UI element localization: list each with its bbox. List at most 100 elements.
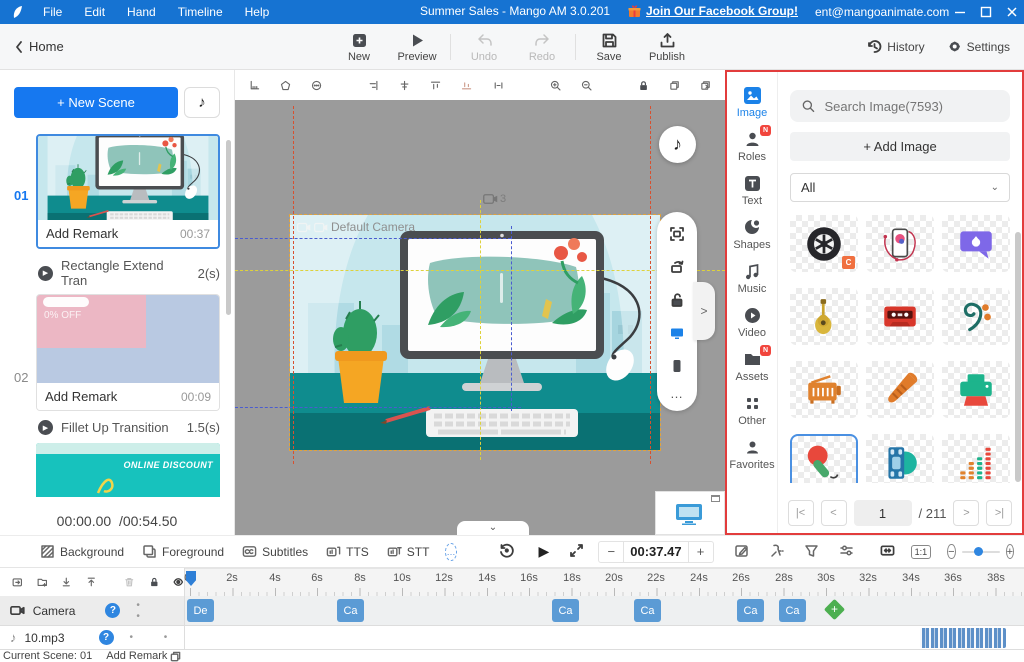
timeline-collapse-tab[interactable]: ⌄: [457, 521, 529, 535]
image-thumb-tire[interactable]: C: [790, 215, 858, 272]
portrait-mode-icon[interactable]: [669, 358, 685, 374]
assets-scrollbar[interactable]: [1015, 232, 1021, 482]
facebook-promo-link[interactable]: Join Our Facebook Group!: [628, 4, 798, 18]
stt-button[interactable]: STT: [387, 544, 430, 559]
scene-music-button[interactable]: ♪: [184, 87, 220, 118]
image-thumb-chat-bubble[interactable]: [942, 215, 1010, 272]
replay-button[interactable]: [499, 543, 514, 561]
scene-canvas[interactable]: [290, 215, 660, 450]
actual-size-button[interactable]: 1:1: [911, 545, 932, 559]
redo-button[interactable]: Redo: [513, 32, 571, 63]
tab-roles[interactable]: N Roles: [727, 128, 777, 165]
search-input[interactable]: [823, 98, 999, 115]
more-tools-button[interactable]: …: [445, 543, 457, 561]
fit-screen-icon[interactable]: [669, 226, 685, 242]
minimize-button[interactable]: [954, 6, 966, 18]
menu-timeline[interactable]: Timeline: [167, 5, 234, 19]
timeline-zoom-slider[interactable]: [962, 551, 1000, 553]
time-decrease-button[interactable]: −: [599, 544, 623, 559]
play-button[interactable]: ▶: [538, 543, 549, 560]
move-up-icon[interactable]: [86, 575, 97, 589]
help-icon[interactable]: ?: [99, 630, 114, 645]
zoom-slider-handle[interactable]: [974, 547, 983, 556]
image-thumb-trumpet[interactable]: [866, 361, 934, 418]
add-group-icon[interactable]: [37, 575, 48, 589]
more-options-icon[interactable]: [311, 78, 322, 93]
move-into-group-icon[interactable]: [12, 575, 23, 589]
settings-button[interactable]: Settings: [947, 39, 1010, 54]
timeline-ruler[interactable]: 0s 2s 4s 6s 8s 10s 12s 14s 16s 18s 20s 2…: [185, 568, 1024, 597]
close-button[interactable]: [1006, 6, 1018, 18]
camera-clip[interactable]: Ca: [779, 599, 806, 622]
tab-other[interactable]: Other: [727, 392, 777, 429]
foreground-button[interactable]: Foreground: [142, 544, 224, 559]
lock-icon[interactable]: [638, 78, 649, 93]
keyframe-record-icon[interactable]: [734, 543, 749, 561]
lock-track-icon[interactable]: [149, 575, 160, 589]
image-category-dropdown[interactable]: All ⌄: [790, 173, 1010, 202]
maximize-button[interactable]: [980, 6, 992, 18]
default-camera-label[interactable]: Default Camera: [297, 220, 415, 234]
tab-video[interactable]: Video: [727, 304, 777, 341]
time-increase-button[interactable]: +: [689, 544, 713, 559]
image-thumb-guitar[interactable]: [790, 288, 858, 345]
timeline-zoom-out-button[interactable]: −: [947, 544, 955, 559]
camera-clip[interactable]: Ca: [737, 599, 764, 622]
new-scene-button[interactable]: + New Scene: [14, 87, 178, 118]
transition-row-2[interactable]: ▶ Fillet Up Transition 1.5(s): [38, 420, 220, 435]
zoom-out-icon[interactable]: [581, 78, 592, 93]
audio-lane[interactable]: [185, 626, 1024, 650]
tab-assets[interactable]: N Assets: [727, 348, 777, 385]
audio-waveform-clip[interactable]: [920, 628, 1006, 648]
copy-remark-icon[interactable]: [170, 651, 181, 662]
subtitles-button[interactable]: Subtitles: [242, 544, 308, 559]
new-button[interactable]: New: [330, 32, 388, 63]
preview-button[interactable]: Preview: [388, 32, 446, 63]
snap-ruler-icon[interactable]: [249, 78, 260, 93]
help-icon[interactable]: ?: [105, 603, 120, 618]
save-button[interactable]: Save: [580, 32, 638, 63]
history-button[interactable]: History: [867, 39, 924, 54]
tab-shapes[interactable]: Shapes: [727, 216, 777, 253]
track-options-dots[interactable]: • •: [130, 632, 182, 643]
align-right-icon[interactable]: [368, 78, 379, 93]
image-search-box[interactable]: [790, 90, 1010, 122]
align-center-vertical-icon[interactable]: [399, 78, 410, 93]
rotate-icon[interactable]: [669, 259, 685, 275]
last-page-button[interactable]: >|: [986, 500, 1012, 526]
delete-icon[interactable]: [124, 575, 135, 589]
copy-icon[interactable]: [669, 78, 680, 93]
image-thumb-printer[interactable]: [942, 361, 1010, 418]
landscape-mode-icon[interactable]: [669, 325, 685, 341]
menu-edit[interactable]: Edit: [73, 5, 116, 19]
tab-music[interactable]: Music: [727, 260, 777, 297]
paste-icon[interactable]: [700, 78, 711, 93]
publish-button[interactable]: Publish: [638, 32, 696, 63]
scene-card-2[interactable]: 0% OFF Add Remark 00:09: [36, 294, 220, 411]
home-button[interactable]: Home: [14, 39, 64, 54]
scene-remark-1[interactable]: Add Remark: [46, 226, 118, 241]
menu-help[interactable]: Help: [234, 5, 281, 19]
transition-row-1[interactable]: ▶ Rectangle Extend Tran 2(s): [38, 258, 220, 288]
add-keyframe-button[interactable]: +: [824, 599, 845, 620]
scene-card-1[interactable]: Add Remark 00:37: [36, 134, 220, 249]
scene-thumbnail-3[interactable]: ONLINE DISCOUNT: [36, 443, 220, 497]
camera-clip[interactable]: Ca: [552, 599, 579, 622]
image-thumb-equalizer[interactable]: [942, 434, 1010, 483]
next-page-button[interactable]: >: [953, 500, 979, 526]
move-down-icon[interactable]: [61, 575, 72, 589]
panel-collapse-handle[interactable]: >: [693, 282, 715, 340]
tab-image[interactable]: Image: [727, 84, 777, 121]
image-thumb-film-reel[interactable]: [866, 434, 934, 483]
camera-clip[interactable]: De: [187, 599, 214, 622]
menu-hand[interactable]: Hand: [116, 5, 167, 19]
align-top-icon[interactable]: [430, 78, 441, 93]
image-thumb-bass-clef[interactable]: [942, 288, 1010, 345]
scene-remark-2[interactable]: Add Remark: [45, 389, 117, 404]
canvas-stage[interactable]: Default Camera 3 ♪ … > ⌄: [235, 100, 725, 535]
background-button[interactable]: Background: [40, 544, 124, 559]
image-thumb-phone-music[interactable]: [866, 215, 934, 272]
camera-3-marker[interactable]: 3: [483, 193, 506, 205]
image-thumb-microphone[interactable]: [790, 434, 858, 483]
more-canvas-tools-icon[interactable]: …: [670, 391, 684, 397]
